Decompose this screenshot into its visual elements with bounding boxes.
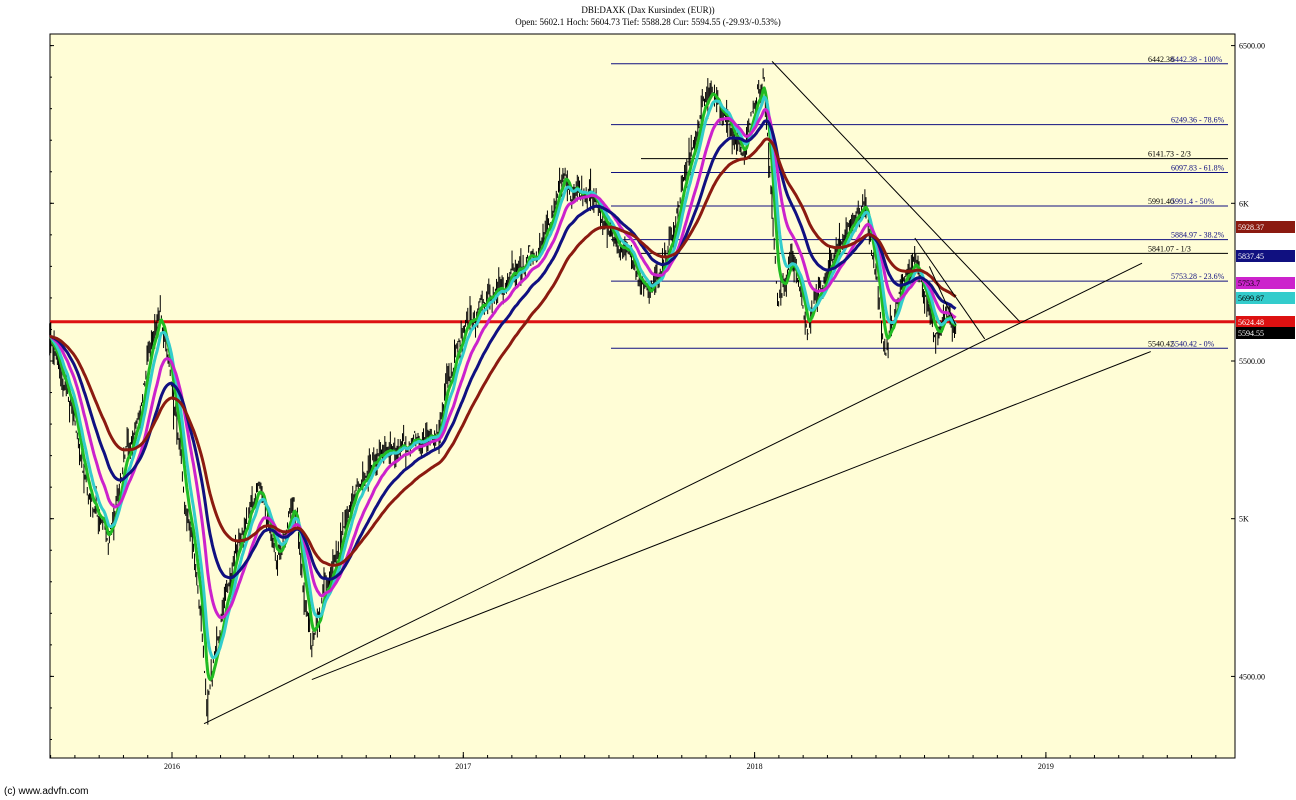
fib-label: 6097.83 - 61.8% (1171, 163, 1225, 172)
value-tag: 5928.37 (1236, 221, 1295, 233)
value-tag: 5837.45 (1236, 250, 1295, 262)
y-tick-label: 4500.00 (1239, 672, 1265, 681)
value-tag-label: 5837.45 (1238, 252, 1264, 261)
x-tick-label: 2016 (164, 762, 180, 771)
value-tag-label: 5699.87 (1238, 294, 1264, 303)
source-credit: (c) www.advfn.com (4, 786, 89, 797)
price-chart: 6442.386442.38 - 100%6249.36 - 78.6%6141… (48, 33, 1295, 771)
value-tag-label: 5624.48 (1238, 318, 1264, 327)
fib-label: 5991.4 - 50% (1171, 197, 1215, 206)
value-tag-label: 5594.55 (1238, 329, 1264, 338)
value-tag: 5594.55 (1236, 327, 1295, 339)
fib-label: 5884.97 - 38.2% (1171, 231, 1225, 240)
fib-label: 5540.42 - 0% (1171, 339, 1215, 348)
x-tick-label: 2019 (1038, 762, 1054, 771)
y-tick-label: 5K (1239, 515, 1249, 524)
fib-label: 5753.28 - 23.6% (1171, 272, 1225, 281)
value-tag-label: 5928.37 (1238, 223, 1264, 232)
value-tags: 5928.37 5837.45 5753.7 5699.87 5624.48 5594.5… (1236, 221, 1295, 339)
value-tag: 5624.48 (1236, 316, 1295, 328)
x-tick-label: 2018 (747, 762, 763, 771)
fib-label: 6442.38 - 100% (1171, 55, 1223, 64)
y-tick-label: 6500.00 (1239, 42, 1265, 51)
fib-label: 5841.07 - 1/3 (1148, 244, 1191, 253)
value-tag: 5699.87 (1236, 292, 1295, 304)
y-tick-label: 6K (1239, 199, 1249, 208)
value-tag-label: 5753.7 (1238, 279, 1260, 288)
fib-label: 6249.36 - 78.6% (1171, 116, 1225, 125)
fib-label: 6141.73 - 2/3 (1148, 150, 1191, 159)
y-tick-label: 5500.00 (1239, 357, 1265, 366)
value-tag: 5753.7 (1236, 277, 1295, 289)
plot-area (49, 33, 1236, 759)
x-tick-label: 2017 (455, 762, 471, 771)
